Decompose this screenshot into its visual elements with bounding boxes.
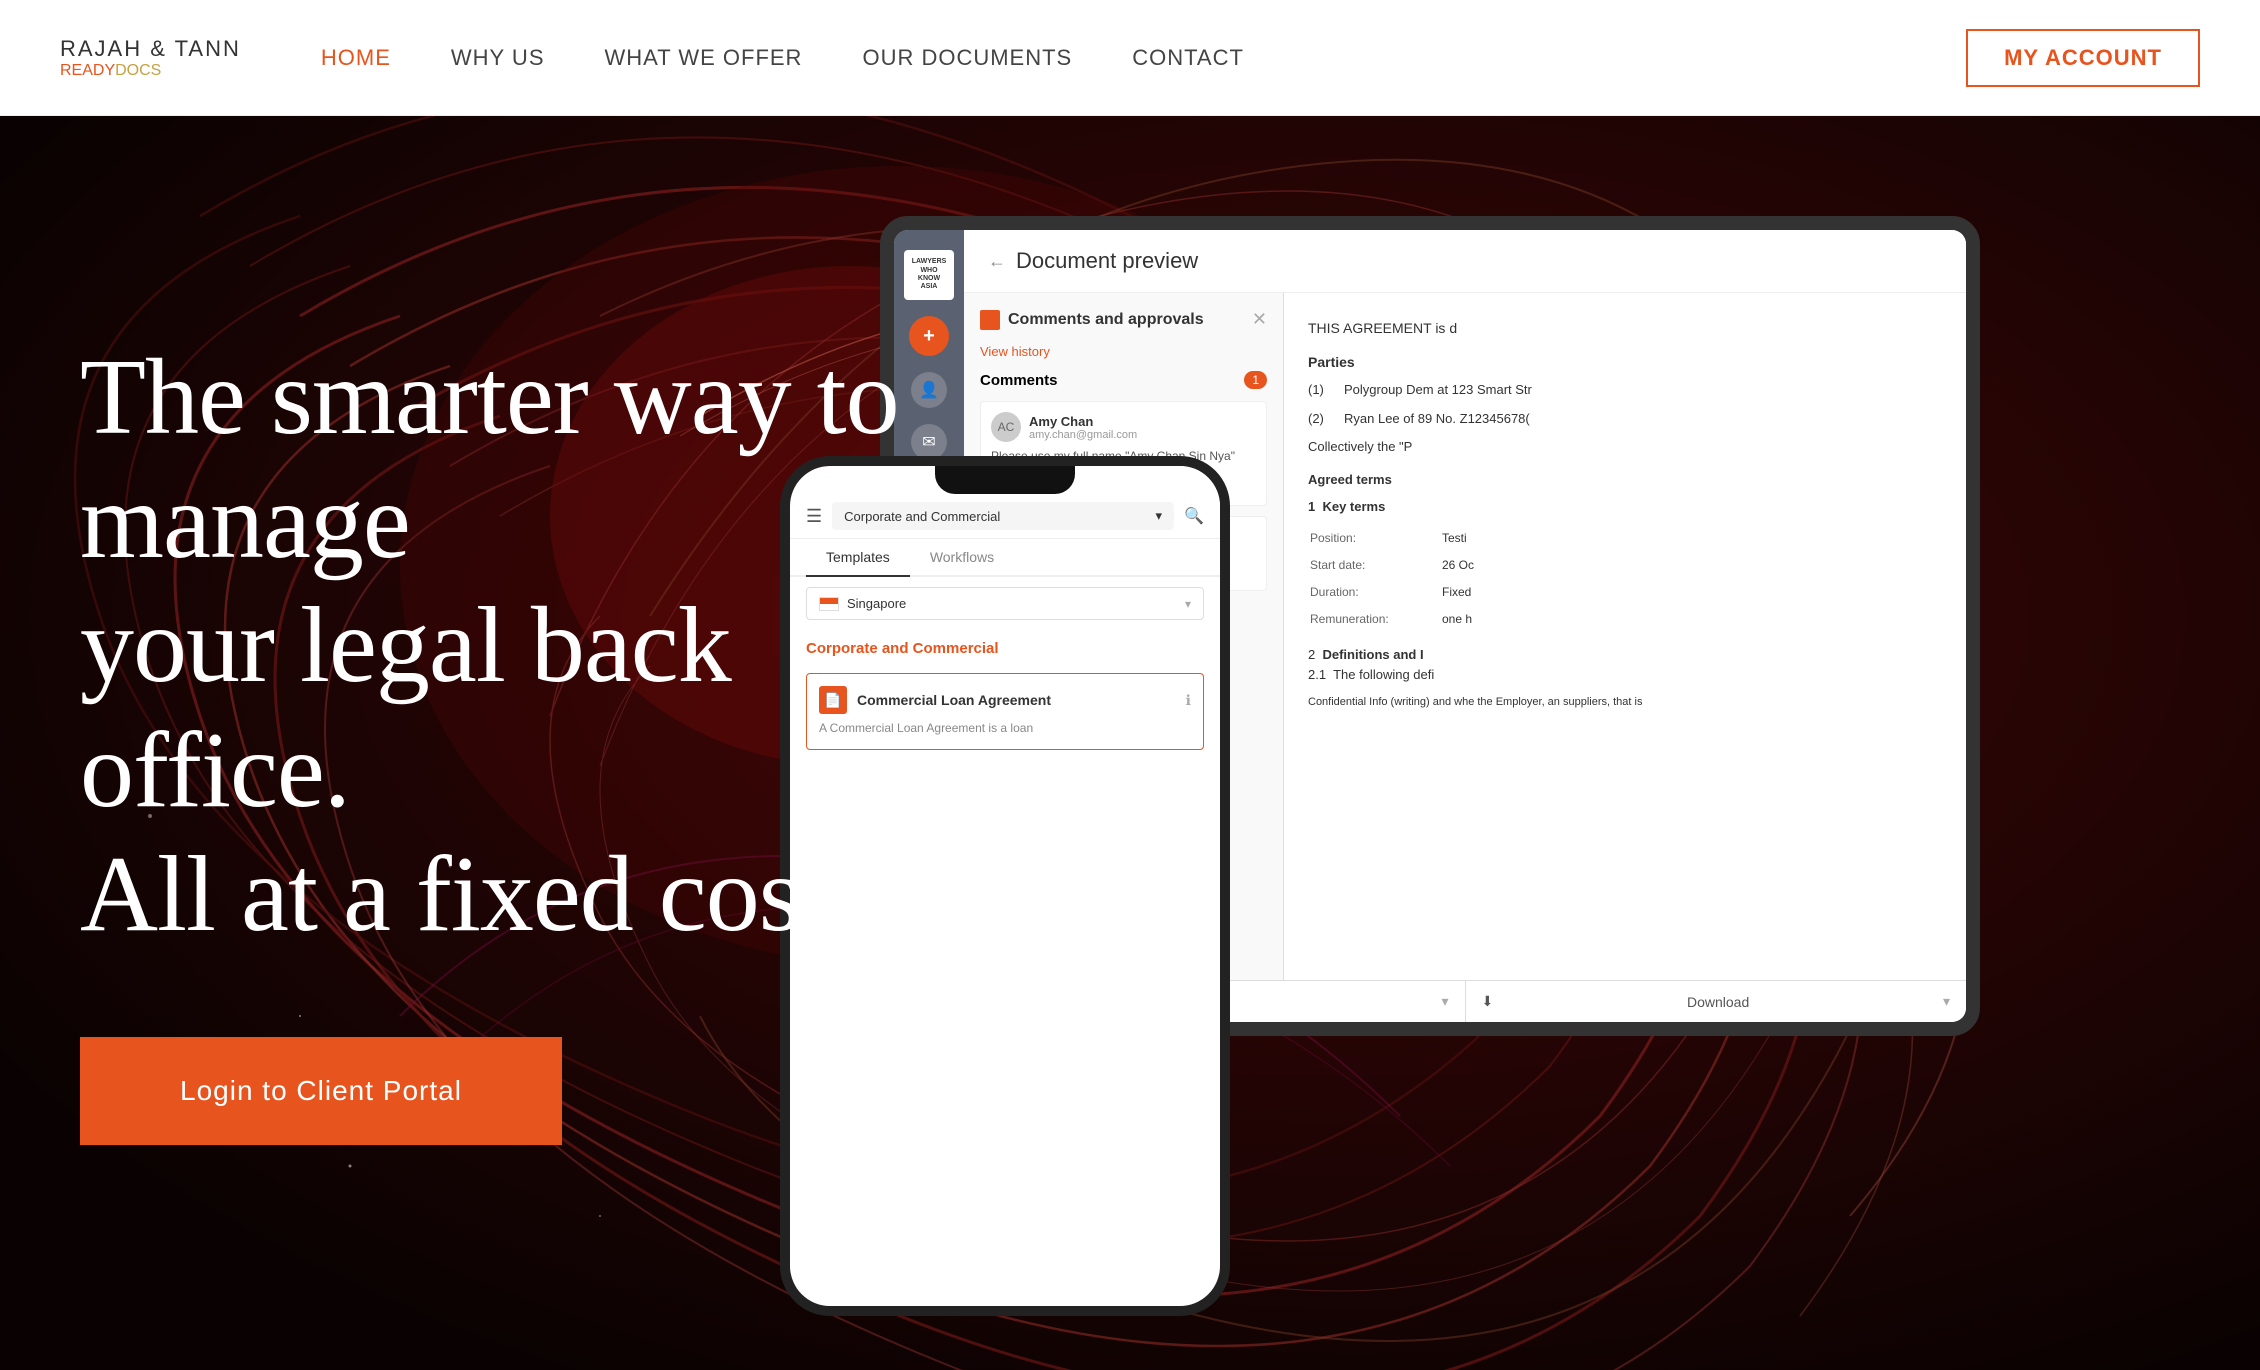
table-row-position: Position: Testi	[1310, 526, 1940, 551]
sidebar-envelope-icon[interactable]: ✉	[911, 424, 947, 460]
phone-search-icon[interactable]: 🔍	[1184, 506, 1204, 526]
comments-title-row: Comments and approvals	[980, 310, 1204, 330]
doc-content-area: THIS AGREEMENT is d Parties (1) Polygrou…	[1284, 293, 1966, 980]
definitions-num: 2	[1308, 647, 1315, 662]
comment-icon	[980, 310, 1000, 330]
party-2-text: Ryan Lee of 89 No. Z12345678(	[1344, 409, 1530, 430]
hero-content: The smarter way to manage your legal bac…	[80, 336, 900, 1145]
commenter-1-email: amy.chan@gmail.com	[1029, 429, 1256, 441]
doc-party-2: (2) Ryan Lee of 89 No. Z12345678(	[1308, 409, 1942, 430]
doc-preview-title: Document preview	[1016, 248, 1198, 274]
avatar-amy: AC	[991, 412, 1021, 442]
nav-our-documents[interactable]: OUR DOCUMENTS	[862, 45, 1072, 71]
header: RAJAH & TANN READYDOCS HOME WHY US WHAT …	[0, 0, 2260, 116]
login-button[interactable]: Login to Client Portal	[80, 1037, 562, 1145]
phone-notch	[935, 466, 1075, 494]
comments-subheader: Comments 1	[980, 371, 1267, 389]
tablet-logo: LAWYERSWHOKNOWASIA	[904, 250, 954, 300]
nav-contact[interactable]: CONTACT	[1132, 45, 1244, 71]
definitions-sub: 2.1 The following defi	[1308, 665, 1942, 686]
sidebar-add-icon[interactable]: +	[909, 316, 949, 356]
comments-close-icon[interactable]: ✕	[1252, 309, 1267, 330]
logo-ready: READY	[60, 62, 115, 79]
view-history-link[interactable]: View history	[980, 344, 1267, 359]
doc-agreement-text: THIS AGREEMENT is d	[1308, 317, 1942, 339]
download-icon: ⬇	[1482, 993, 1494, 1010]
country-arrow-icon: ▾	[1185, 597, 1191, 611]
back-arrow-icon[interactable]: ←	[988, 251, 1006, 272]
hero-section: The smarter way to manage your legal bac…	[0, 116, 2260, 1370]
logo-tagline: RAJAH & TANN	[60, 36, 241, 62]
start-val: 26 Oc	[1442, 553, 1940, 578]
def-sub-text: The following defi	[1333, 667, 1434, 682]
confidential-text: Confidential Info (writing) and whe the …	[1308, 694, 1942, 712]
key-terms-table: Position: Testi Start date: 26 Oc Durati…	[1308, 524, 1942, 635]
remuneration-label: Remuneration:	[1310, 607, 1440, 632]
commenter-1-row: AC Amy Chan amy.chan@gmail.com	[991, 412, 1256, 442]
doc-party-1: (1) Polygroup Dem at 123 Smart Str	[1308, 380, 1942, 401]
comments-badge: 1	[1244, 371, 1267, 389]
party-1-num: (1)	[1308, 380, 1332, 401]
position-label: Position:	[1310, 526, 1440, 551]
nav-home[interactable]: HOME	[321, 45, 391, 71]
nav-what-we-offer[interactable]: WHAT WE OFFER	[605, 45, 803, 71]
commenter-1-name: Amy Chan	[1029, 414, 1256, 429]
definitions-label: Definitions and I	[1322, 647, 1423, 662]
duration-label: Duration:	[1310, 580, 1440, 605]
download-label: Download	[1687, 994, 1749, 1010]
key-terms-heading: 1 Key terms	[1308, 497, 1942, 518]
comments-label: Comments and approvals	[1008, 311, 1204, 329]
logo-docs: DOCS	[115, 62, 161, 79]
comments-word-label: Comments	[980, 372, 1058, 389]
hero-title-line2: your legal back office.	[80, 586, 731, 829]
sidebar-person-icon[interactable]: 👤	[911, 372, 947, 408]
remuneration-val: one h	[1442, 607, 1940, 632]
hero-title-line3: All at a fixed cost.	[80, 835, 855, 954]
doc-parties-title: Parties	[1308, 351, 1942, 373]
tab-workflows[interactable]: Workflows	[910, 539, 1014, 575]
collectively-text: Collectively the "P	[1308, 437, 1942, 458]
nav-why-us[interactable]: WHY US	[451, 45, 545, 71]
commenter-1-info: Amy Chan amy.chan@gmail.com	[1029, 414, 1256, 441]
signatures-chevron-icon: ▾	[1441, 993, 1448, 1010]
my-account-button[interactable]: MY ACCOUNT	[1966, 29, 2200, 87]
logo[interactable]: RAJAH & TANN READYDOCS	[60, 36, 241, 80]
tablet-doc-header: ← Document preview	[964, 230, 1966, 293]
download-chevron-icon: ▾	[1943, 993, 1950, 1010]
key-terms-num: 1	[1308, 499, 1315, 514]
def-sub-num: 2.1	[1308, 667, 1326, 682]
device-mockups: LAWYERSWHOKNOWASIA + 👤 ✉ ← Document prev…	[780, 216, 2260, 1316]
duration-val: Fixed	[1442, 580, 1940, 605]
party-2-num: (2)	[1308, 409, 1332, 430]
definitions-row: 2 Definitions and I	[1308, 645, 1942, 666]
table-row-remuneration: Remuneration: one h	[1310, 607, 1940, 632]
main-nav: HOME WHY US WHAT WE OFFER OUR DOCUMENTS …	[321, 45, 1966, 71]
comments-header: Comments and approvals ✕	[980, 309, 1267, 330]
agreed-terms: Agreed terms	[1308, 470, 1942, 491]
table-row-start: Start date: 26 Oc	[1310, 553, 1940, 578]
doc-item-title: Commercial Loan Agreement	[857, 692, 1176, 708]
doc-info-icon[interactable]: ℹ	[1186, 692, 1191, 709]
hero-title: The smarter way to manage your legal bac…	[80, 336, 900, 957]
download-panel[interactable]: ⬇ Download ▾	[1466, 981, 1967, 1022]
key-terms-label: Key terms	[1322, 499, 1385, 514]
logo-brand: READYDOCS	[60, 62, 241, 80]
start-label: Start date:	[1310, 553, 1440, 578]
dropdown-arrow-icon: ▾	[1156, 508, 1163, 524]
table-row-duration: Duration: Fixed	[1310, 580, 1940, 605]
hero-title-line1: The smarter way to manage	[80, 338, 899, 581]
position-val: Testi	[1442, 526, 1940, 551]
party-1-text: Polygroup Dem at 123 Smart Str	[1344, 380, 1532, 401]
